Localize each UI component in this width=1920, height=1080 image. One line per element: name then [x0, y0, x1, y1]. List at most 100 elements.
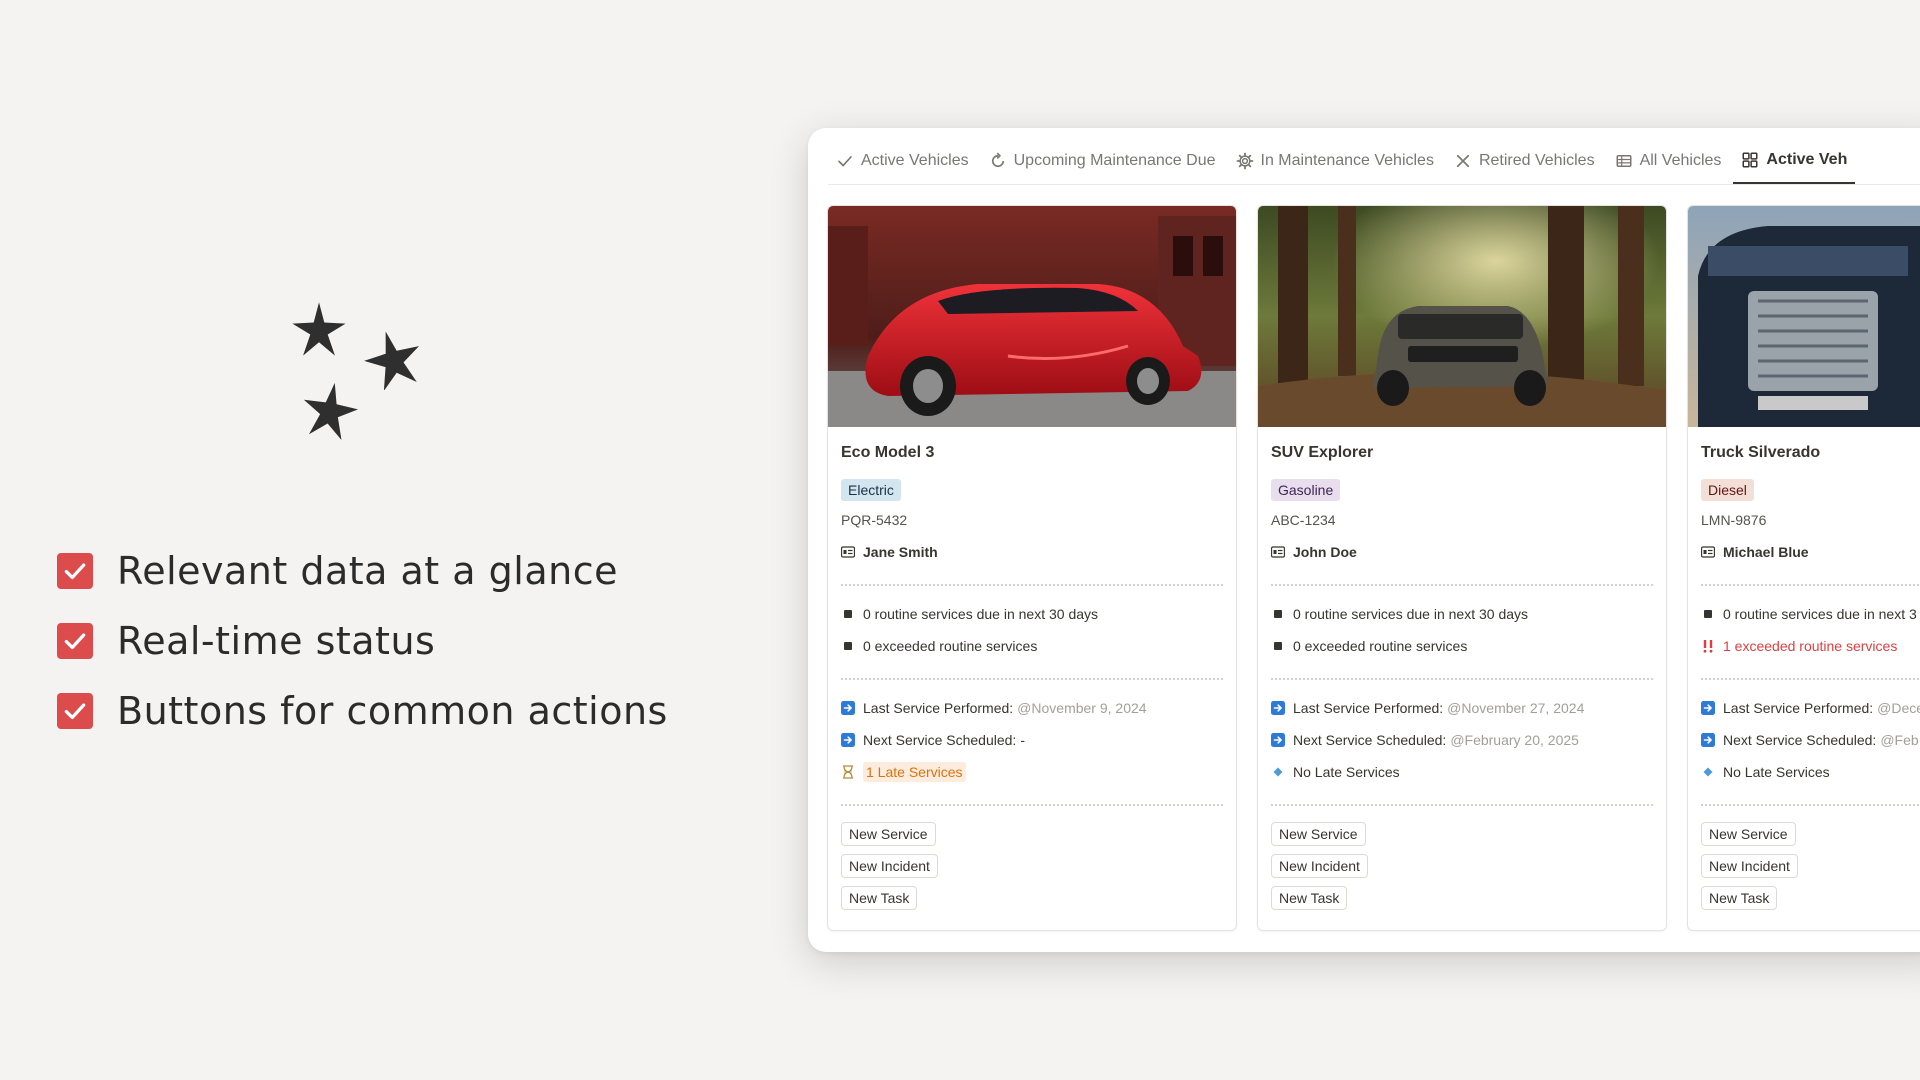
vehicle-cover-image [1688, 206, 1920, 427]
owner-name[interactable]: John Doe [1293, 536, 1357, 568]
tab-upcoming-maintenance-due[interactable]: Upcoming Maintenance Due [981, 138, 1224, 184]
routine-due-text: 0 routine services due in next 30 days [1293, 606, 1529, 622]
license-plate: PQR-5432 [841, 512, 908, 528]
owner-row: Jane Smith [841, 536, 1223, 568]
feature-item: Relevant data at a glance [57, 536, 668, 606]
vehicle-title: Truck Silverado [1701, 444, 1821, 461]
divider [1271, 678, 1653, 680]
new-task-button[interactable]: New Task [1701, 886, 1778, 910]
new-task-button[interactable]: New Task [1271, 886, 1348, 910]
exceeded-row: 0 exceeded routine services [841, 630, 1223, 662]
exceeded-text: 0 exceeded routine services [863, 638, 1038, 654]
double-exclamation-icon [1701, 639, 1715, 653]
last-service-row: Last Service Performed: @Dece [1701, 692, 1920, 724]
id-card-icon [1701, 545, 1715, 559]
arrow-right-box-icon [1271, 733, 1285, 747]
arrow-right-box-icon [841, 733, 855, 747]
tab-retired-vehicles[interactable]: Retired Vehicles [1446, 138, 1603, 184]
square-bullet-icon [841, 607, 855, 621]
divider [1701, 678, 1920, 680]
new-task-button[interactable]: New Task [841, 886, 918, 910]
divider [1701, 584, 1920, 586]
vehicle-card[interactable]: Truck Silverado Diesel LMN-9876 Michael … [1687, 205, 1920, 931]
late-services-row: No Late Services [1701, 756, 1920, 788]
next-service-label: Next Service Scheduled: [1293, 732, 1447, 748]
divider [841, 584, 1223, 586]
exceeded-row: 0 exceeded routine services [1271, 630, 1653, 662]
owner-name[interactable]: Jane Smith [863, 536, 938, 568]
feature-list: Relevant data at a glance Real-time stat… [57, 536, 668, 746]
diamond-icon [1271, 765, 1285, 779]
x-icon [1454, 152, 1472, 170]
checked-checkbox-icon [57, 553, 93, 589]
exceeded-text: 0 exceeded routine services [1293, 638, 1468, 654]
divider [841, 678, 1223, 680]
feature-label: Buttons for common actions [117, 689, 668, 733]
feature-label: Relevant data at a glance [117, 549, 618, 593]
last-service-date: @November 9, 2024 [1017, 700, 1147, 716]
tab-label: Active Vehicles [861, 152, 969, 169]
checked-checkbox-icon [57, 693, 93, 729]
next-service-row: Next Service Scheduled: @Feb [1701, 724, 1920, 756]
new-service-button[interactable]: New Service [1271, 822, 1366, 846]
owner-row: John Doe [1271, 536, 1653, 568]
late-services-row: No Late Services [1271, 756, 1653, 788]
new-incident-button[interactable]: New Incident [841, 854, 938, 878]
star-icon [292, 302, 346, 356]
refresh-icon [989, 152, 1007, 170]
tab-in-maintenance-vehicles[interactable]: In Maintenance Vehicles [1228, 138, 1442, 184]
feature-label: Real-time status [117, 619, 436, 663]
id-card-icon [1271, 545, 1285, 559]
vehicle-cover-image [828, 206, 1236, 427]
table-icon [1615, 152, 1633, 170]
late-services-row: 1 Late Services [841, 756, 1223, 788]
square-bullet-icon [841, 639, 855, 653]
last-service-row: Last Service Performed: @November 9, 202… [841, 692, 1223, 724]
gallery-cards: Eco Model 3 Electric PQR-5432 Jane Smith… [827, 205, 1920, 931]
id-card-icon [841, 545, 855, 559]
next-service-label: Next Service Scheduled: [863, 732, 1017, 748]
diamond-icon [1701, 765, 1715, 779]
late-services-text: No Late Services [1723, 764, 1830, 780]
square-bullet-icon [1701, 607, 1715, 621]
tab-all-vehicles[interactable]: All Vehicles [1607, 138, 1730, 184]
vehicle-card[interactable]: Eco Model 3 Electric PQR-5432 Jane Smith… [827, 205, 1237, 931]
next-service-label: Next Service Scheduled: [1723, 732, 1877, 748]
tab-label: All Vehicles [1639, 152, 1722, 169]
vehicles-database-panel: Active Vehicles Upcoming Maintenance Due… [808, 128, 1920, 952]
routine-due-text: 0 routine services due in next 30 days [863, 606, 1099, 622]
vehicle-card[interactable]: SUV Explorer Gasoline ABC-1234 John Doe … [1257, 205, 1667, 931]
new-service-button[interactable]: New Service [841, 822, 936, 846]
feature-item: Real-time status [57, 606, 668, 676]
arrow-right-box-icon [1701, 733, 1715, 747]
fuel-type-tag: Gasoline [1271, 479, 1341, 501]
last-service-label: Last Service Performed: [1293, 700, 1444, 716]
gear-icon [1236, 152, 1254, 170]
next-service-date: - [1020, 732, 1025, 748]
divider [1701, 804, 1920, 806]
fuel-type-tag: Diesel [1701, 479, 1754, 501]
last-service-label: Last Service Performed: [863, 700, 1014, 716]
arrow-right-box-icon [841, 701, 855, 715]
routine-due-row: 0 routine services due in next 30 days [1271, 598, 1653, 630]
late-services-text: 1 Late Services [863, 762, 966, 782]
exceeded-text: 1 exceeded routine services [1723, 638, 1898, 654]
tab-active-vehicles-gallery[interactable]: Active Veh [1733, 138, 1856, 184]
owner-name[interactable]: Michael Blue [1723, 536, 1809, 568]
tab-label: Retired Vehicles [1478, 152, 1595, 169]
tab-active-vehicles[interactable]: Active Vehicles [828, 138, 977, 184]
last-service-label: Last Service Performed: [1723, 700, 1874, 716]
new-incident-button[interactable]: New Incident [1701, 854, 1798, 878]
divider [841, 804, 1223, 806]
new-incident-button[interactable]: New Incident [1271, 854, 1368, 878]
last-service-row: Last Service Performed: @November 27, 20… [1271, 692, 1653, 724]
new-service-button[interactable]: New Service [1701, 822, 1796, 846]
checked-checkbox-icon [57, 623, 93, 659]
fuel-type-tag: Electric [841, 479, 901, 501]
check-icon [836, 152, 854, 170]
hourglass-icon [841, 765, 855, 779]
exceeded-row: 1 exceeded routine services [1701, 630, 1920, 662]
vehicle-cover-image [1258, 206, 1666, 427]
square-bullet-icon [1271, 607, 1285, 621]
star-icon [364, 331, 419, 390]
